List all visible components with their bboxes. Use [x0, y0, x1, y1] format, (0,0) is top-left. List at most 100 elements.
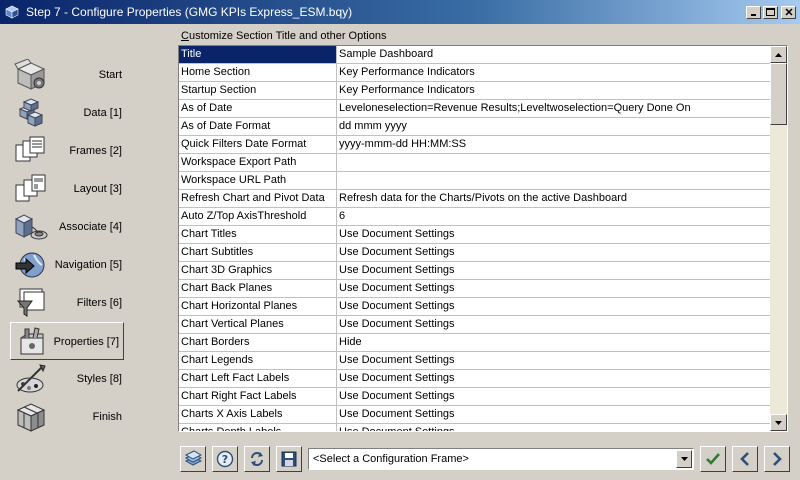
property-row[interactable]: Chart Titles Use Document Settings — [179, 226, 771, 244]
step-styles[interactable]: Styles [8] — [4, 360, 128, 398]
property-row[interactable]: As of Date Format dd mmm yyyy — [179, 118, 771, 136]
step-start[interactable]: Start — [4, 56, 128, 94]
property-row[interactable]: Chart 3D Graphics Use Document Settings — [179, 262, 771, 280]
property-row[interactable]: Chart Back Planes Use Document Settings — [179, 280, 771, 298]
property-value-cell[interactable]: Refresh data for the Charts/Pivots on th… — [337, 190, 771, 207]
back-button[interactable] — [732, 446, 758, 472]
help-button[interactable]: ? — [212, 446, 238, 472]
refresh-button[interactable] — [244, 446, 270, 472]
close-button[interactable] — [781, 5, 796, 19]
property-name-cell[interactable]: Workspace Export Path — [179, 154, 337, 171]
section-title-label: Customize Section Title and other Option… — [181, 30, 386, 42]
property-value-cell[interactable]: Use Document Settings — [337, 298, 771, 315]
property-name-cell[interactable]: As of Date — [179, 100, 337, 117]
property-value-cell[interactable]: Use Document Settings — [337, 262, 771, 279]
property-name-cell[interactable]: Charts X Axis Labels — [179, 406, 337, 423]
property-name-cell[interactable]: Quick Filters Date Format — [179, 136, 337, 153]
step-label: Filters [6] — [76, 297, 122, 309]
property-name-cell[interactable]: Chart 3D Graphics — [179, 262, 337, 279]
property-name-cell[interactable]: Home Section — [179, 64, 337, 81]
step-frames[interactable]: Frames [2] — [4, 132, 128, 170]
step-associate[interactable]: Associate [4] — [4, 208, 128, 246]
property-name-cell[interactable]: Auto Z/Top AxisThreshold — [179, 208, 337, 225]
property-row[interactable]: Workspace URL Path — [179, 172, 771, 190]
property-name-cell[interactable]: Charts Depth Labels — [179, 424, 337, 431]
step-navigation[interactable]: Navigation [5] — [4, 246, 128, 284]
property-name-cell[interactable]: Chart Vertical Planes — [179, 316, 337, 333]
scroll-down-button[interactable] — [770, 414, 787, 431]
property-row[interactable]: Home Section Key Performance Indicators — [179, 64, 771, 82]
property-value-cell[interactable]: Use Document Settings — [337, 226, 771, 243]
save-button[interactable] — [276, 446, 302, 472]
property-value-cell[interactable]: Hide — [337, 334, 771, 351]
property-row[interactable]: Chart Subtitles Use Document Settings — [179, 244, 771, 262]
property-value-cell[interactable]: Use Document Settings — [337, 370, 771, 387]
property-row[interactable]: Chart Left Fact Labels Use Document Setti… — [179, 370, 771, 388]
property-value-cell[interactable]: Use Document Settings — [337, 352, 771, 369]
property-name-cell[interactable]: Chart Right Fact Labels — [179, 388, 337, 405]
property-row[interactable]: Startup Section Key Performance Indicator… — [179, 82, 771, 100]
property-name-cell[interactable]: Startup Section — [179, 82, 337, 99]
property-name-cell[interactable]: Chart Titles — [179, 226, 337, 243]
property-name-cell[interactable]: Chart Horizontal Planes — [179, 298, 337, 315]
styles-icon — [16, 364, 46, 393]
property-row[interactable]: Chart Borders Hide — [179, 334, 771, 352]
chevron-down-icon — [680, 457, 688, 461]
step-label: Navigation [5] — [54, 259, 122, 271]
property-name-cell[interactable]: Refresh Chart and Pivot Data — [179, 190, 337, 207]
property-name-cell[interactable]: Chart Left Fact Labels — [179, 370, 337, 387]
property-row[interactable]: Chart Horizontal Planes Use Document Sett… — [179, 298, 771, 316]
property-row[interactable]: Title Sample Dashboard — [179, 46, 771, 64]
step-finish[interactable]: Finish — [4, 398, 128, 436]
configuration-frame-select[interactable]: <Select a Configuration Frame> — [308, 448, 694, 470]
property-value-cell[interactable]: Key Performance Indicators — [337, 64, 771, 81]
property-row[interactable]: Chart Right Fact Labels Use Document Sett… — [179, 388, 771, 406]
apply-button[interactable] — [700, 446, 726, 472]
property-name-cell[interactable]: Chart Legends — [179, 352, 337, 369]
property-row[interactable]: Charts Depth Labels Use Document Settings — [179, 424, 771, 431]
property-row[interactable]: Auto Z/Top AxisThreshold 6 — [179, 208, 771, 226]
property-row[interactable]: Workspace Export Path — [179, 154, 771, 172]
property-value-cell[interactable]: Use Document Settings — [337, 424, 771, 431]
property-grid[interactable]: Title Sample Dashboard Home Section Key Per… — [178, 45, 788, 432]
property-name-cell[interactable]: As of Date Format — [179, 118, 337, 135]
vertical-scrollbar[interactable] — [770, 46, 787, 431]
property-name-cell[interactable]: Title — [179, 46, 337, 63]
property-value-cell[interactable] — [337, 154, 771, 171]
property-row[interactable]: Refresh Chart and Pivot Data Refresh data… — [179, 190, 771, 208]
property-row[interactable]: As of Date Leveloneselection=Revenue Resu… — [179, 100, 771, 118]
property-value-cell[interactable]: dd mmm yyyy — [337, 118, 771, 135]
maximize-button[interactable] — [763, 5, 778, 19]
property-name-cell[interactable]: Chart Subtitles — [179, 244, 337, 261]
property-value-cell[interactable]: Use Document Settings — [337, 244, 771, 261]
step-properties[interactable]: Properties [7] — [10, 322, 124, 360]
property-value-cell[interactable]: 6 — [337, 208, 771, 225]
layers-button[interactable] — [180, 446, 206, 472]
property-row[interactable]: Chart Legends Use Document Settings — [179, 352, 771, 370]
title-bar[interactable]: Step 7 - Configure Properties (GMG KPIs … — [0, 0, 800, 24]
property-row[interactable]: Quick Filters Date Format yyyy-mmm-dd HH:… — [179, 136, 771, 154]
property-value-cell[interactable]: Use Document Settings — [337, 388, 771, 405]
property-value-cell[interactable]: Sample Dashboard — [337, 46, 771, 63]
property-value-cell[interactable] — [337, 172, 771, 189]
scroll-thumb[interactable] — [770, 63, 787, 125]
property-value-cell[interactable]: Leveloneselection=Revenue Results;Levelt… — [337, 100, 771, 117]
property-value-cell[interactable]: Key Performance Indicators — [337, 82, 771, 99]
combo-dropdown-button[interactable] — [676, 450, 692, 468]
property-name-cell[interactable]: Workspace URL Path — [179, 172, 337, 189]
property-row[interactable]: Chart Vertical Planes Use Document Settin… — [179, 316, 771, 334]
property-value-cell[interactable]: Use Document Settings — [337, 406, 771, 423]
next-button[interactable] — [764, 446, 790, 472]
property-row[interactable]: Charts X Axis Labels Use Document Setting… — [179, 406, 771, 424]
scroll-up-button[interactable] — [770, 46, 787, 63]
layers-icon — [184, 450, 202, 466]
minimize-button[interactable] — [746, 5, 761, 19]
step-filters[interactable]: Filters [6] — [4, 284, 128, 322]
property-value-cell[interactable]: Use Document Settings — [337, 316, 771, 333]
step-layout[interactable]: Layout [3] — [4, 170, 128, 208]
property-name-cell[interactable]: Chart Borders — [179, 334, 337, 351]
property-value-cell[interactable]: yyyy-mmm-dd HH:MM:SS — [337, 136, 771, 153]
property-name-cell[interactable]: Chart Back Planes — [179, 280, 337, 297]
step-data[interactable]: Data [1] — [4, 94, 128, 132]
property-value-cell[interactable]: Use Document Settings — [337, 280, 771, 297]
